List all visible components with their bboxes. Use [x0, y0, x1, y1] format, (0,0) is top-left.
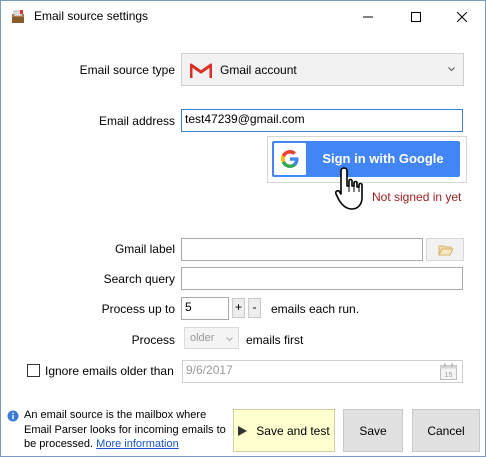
minimize-icon [363, 16, 373, 17]
maximize-button[interactable] [393, 1, 439, 32]
email-address-label: Email address [98, 114, 175, 128]
sign-in-with-google-label: Sign in with Google [322, 151, 444, 166]
hand-cursor-icon [335, 167, 363, 210]
emails-first-text: emails first [246, 333, 304, 347]
calendar-icon[interactable]: 15 [440, 363, 457, 380]
search-query-label: Search query [103, 272, 175, 286]
source-type-select[interactable]: Gmail account [181, 53, 464, 86]
signin-status-text: Not signed in yet [372, 190, 462, 204]
info-icon [7, 410, 19, 422]
chevron-down-icon [448, 67, 455, 72]
save-and-test-label: Save and test [256, 423, 330, 438]
source-type-label: Email source type [79, 63, 175, 77]
decrement-button[interactable]: - [248, 298, 261, 318]
browse-label-button[interactable] [426, 238, 464, 261]
save-button[interactable]: Save [343, 409, 403, 452]
gmail-label-input[interactable] [181, 238, 423, 261]
cancel-label: Cancel [427, 423, 465, 438]
save-and-test-button[interactable]: Save and test [233, 409, 335, 452]
folder-open-icon [438, 245, 454, 256]
info-text: An email source is the mailbox where Ema… [24, 408, 229, 452]
process-order-value: older [190, 332, 215, 344]
more-information-link[interactable]: More information [96, 438, 179, 450]
maximize-icon [411, 11, 421, 22]
process-label: Process [131, 333, 175, 347]
process-up-to-input[interactable]: 5 [181, 297, 229, 320]
source-type-value: Gmail account [220, 63, 297, 77]
ignore-date-input[interactable]: 9/6/2017 15 [182, 360, 463, 383]
ignore-date-value: 9/6/2017 [186, 363, 233, 377]
minimize-button[interactable] [345, 1, 391, 32]
svg-text:15: 15 [445, 372, 453, 379]
google-logo-icon [274, 143, 306, 175]
gmail-icon [190, 63, 212, 78]
email-source-settings-window: Email source settings Email source type … [0, 0, 486, 457]
cancel-button[interactable]: Cancel [412, 409, 480, 452]
ignore-older-label[interactable]: Ignore emails older than [45, 364, 174, 378]
title-bar: Email source settings [1, 1, 485, 32]
email-address-input[interactable]: test47239@gmail.com [181, 109, 463, 132]
window-title: Email source settings [34, 9, 149, 23]
increment-button[interactable]: + [232, 298, 245, 318]
app-icon [12, 10, 24, 23]
save-label: Save [359, 423, 387, 438]
chevron-down-icon [226, 337, 233, 342]
process-order-select[interactable]: older [184, 327, 239, 349]
close-button[interactable] [439, 1, 485, 32]
gmail-label-label: Gmail label [114, 242, 175, 256]
search-query-input[interactable] [181, 267, 463, 290]
process-up-to-label: Process up to [101, 302, 175, 316]
close-icon [457, 11, 467, 22]
play-icon [238, 425, 248, 436]
emails-each-run-text: emails each run. [271, 302, 360, 316]
ignore-older-checkbox[interactable] [27, 364, 40, 377]
